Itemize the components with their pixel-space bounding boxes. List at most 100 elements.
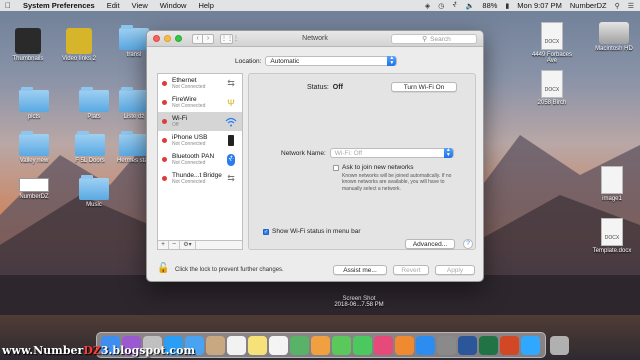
- desktop-icon-image1[interactable]: image1: [588, 166, 636, 202]
- apple-icon[interactable]: : [5, 1, 15, 10]
- menu-item-edit[interactable]: Edit: [107, 1, 120, 10]
- menu-item-window[interactable]: Window: [160, 1, 187, 10]
- facetime-icon[interactable]: [353, 335, 372, 355]
- notification-center-icon[interactable]: ☰: [628, 2, 634, 10]
- service-item-wifi[interactable]: Wi-Fi Off: [158, 112, 242, 131]
- apply-button[interactable]: Apply: [435, 265, 475, 275]
- show-wifi-row: ✓ Show Wi-Fi status in menu bar: [263, 228, 361, 235]
- desktop-icon-label: Music: [86, 202, 102, 208]
- photos-icon[interactable]: [311, 335, 330, 355]
- lock-icon[interactable]: 🔓: [157, 263, 169, 274]
- word-icon[interactable]: [458, 335, 477, 355]
- menu-bar:  System Preferences Edit View Window He…: [0, 0, 640, 11]
- service-name: Thunde...t Bridge: [172, 172, 222, 179]
- minimize-button[interactable]: [164, 35, 171, 42]
- thunderbolt-icon: ⇆: [227, 173, 235, 183]
- desktop-icon-numberdz[interactable]: NumberDZ: [10, 178, 58, 200]
- network-window: ‹ › ⋮⋮⋮ Network ⚲ Search Location: Autom…: [146, 30, 484, 282]
- service-item-bluetooth-pan[interactable]: Bluetooth PAN Not Connected ᙻ: [158, 150, 242, 169]
- notes-icon[interactable]: [248, 335, 267, 355]
- advanced-button[interactable]: Advanced...: [405, 239, 455, 249]
- desktop-icon-screenshot[interactable]: Screen Shot 2018-06...7.58 PM: [324, 296, 394, 308]
- excel-icon[interactable]: [479, 335, 498, 355]
- menu-item-view[interactable]: View: [132, 1, 148, 10]
- photoshop-icon[interactable]: [521, 335, 540, 355]
- service-status: Not Connected: [172, 103, 206, 109]
- ask-to-join-checkbox[interactable]: [333, 164, 339, 171]
- wifi-icon: [224, 115, 238, 129]
- search-placeholder: Search: [430, 35, 451, 43]
- zoom-button[interactable]: [175, 35, 182, 42]
- desktop-icon-macintosh-hd[interactable]: Macintosh HD: [590, 22, 638, 52]
- battery-percent[interactable]: 88%: [482, 1, 497, 10]
- ask-to-join-row: Ask to join new networks: [333, 164, 463, 171]
- spotlight-icon[interactable]: ⚲: [615, 2, 620, 10]
- back-button[interactable]: ‹: [192, 33, 203, 44]
- revert-button[interactable]: Revert: [393, 265, 429, 275]
- desktop-icon-label: F 5L Doors: [75, 158, 105, 164]
- contacts-icon[interactable]: [206, 335, 225, 355]
- detail-panel: Status: Off Turn Wi-Fi On Network Name: …: [248, 73, 476, 250]
- battery-icon[interactable]: ▮: [505, 2, 509, 10]
- desktop-icon-f5l-doors[interactable]: F 5L Doors: [66, 131, 114, 164]
- reminders-icon[interactable]: [269, 335, 288, 355]
- numberdz-logo-icon: [19, 178, 49, 192]
- location-select[interactable]: Automatic ▲ ▼: [265, 56, 398, 66]
- desktop-icon-label: picts: [27, 114, 41, 120]
- calendar-icon[interactable]: [227, 335, 246, 355]
- system-preferences-icon[interactable]: [437, 335, 456, 355]
- desktop-icon-template[interactable]: DOCX Template.docx: [588, 218, 636, 254]
- volume-icon[interactable]: 🔈: [466, 2, 475, 10]
- menu-clock[interactable]: Mon 9:07 PM: [517, 1, 562, 10]
- service-item-firewire[interactable]: FireWire Not Connected Ψ: [158, 93, 242, 112]
- time-machine-icon[interactable]: ◷: [438, 2, 444, 10]
- network-name-label: Network Name:: [281, 149, 326, 157]
- remove-service-button[interactable]: −: [169, 241, 180, 249]
- desktop-icon-picts[interactable]: picts: [10, 87, 58, 120]
- itunes-icon[interactable]: [374, 335, 393, 355]
- desktop-icon-4449[interactable]: DOCX 4449 Forbaces Ave: [528, 22, 576, 64]
- search-field[interactable]: ⚲ Search: [391, 34, 477, 44]
- ibooks-icon[interactable]: [395, 335, 414, 355]
- powerpoint-icon[interactable]: [500, 335, 519, 355]
- service-item-iphone-usb[interactable]: iPhone USB Not Connected: [158, 131, 242, 150]
- forward-button[interactable]: ›: [203, 33, 214, 44]
- help-button[interactable]: ?: [463, 239, 473, 249]
- add-service-button[interactable]: +: [158, 241, 169, 249]
- maps-icon[interactable]: [290, 335, 309, 355]
- desktop-icon-video-links[interactable]: Video links 2: [55, 28, 103, 62]
- close-button[interactable]: [153, 35, 160, 42]
- trash-icon[interactable]: [550, 335, 569, 355]
- window-controls: [153, 35, 182, 42]
- gear-menu-button[interactable]: ⚙▾: [180, 241, 196, 249]
- turn-wifi-on-button[interactable]: Turn Wi-Fi On: [391, 82, 457, 92]
- desktop-icon-thumbnails[interactable]: Thumbnails: [4, 28, 52, 62]
- desktop-icon-label: Valley new: [19, 158, 49, 164]
- bluetooth-status-icon[interactable]: ᙻ: [452, 2, 457, 10]
- status-dot-icon: [162, 157, 167, 162]
- show-wifi-checkbox[interactable]: ✓: [263, 228, 269, 235]
- folder-icon: [79, 175, 109, 200]
- service-item-thunderbolt-bridge[interactable]: Thunde...t Bridge Not Connected ⇆: [158, 169, 242, 188]
- assist-me-button[interactable]: Assist me...: [333, 265, 387, 275]
- desktop-icon-valley-new[interactable]: Valley new: [10, 131, 58, 164]
- show-all-button[interactable]: ⋮⋮⋮: [220, 33, 239, 44]
- network-name-select[interactable]: Wi-Fi: Off ▲ ▼: [329, 148, 454, 158]
- service-item-ethernet[interactable]: Ethernet Not Connected ⇆: [158, 74, 242, 93]
- menu-user[interactable]: NumberDZ: [570, 1, 607, 10]
- menu-item-help[interactable]: Help: [198, 1, 213, 10]
- desktop-icon-label: NumberDZ: [19, 194, 49, 200]
- desktop-icon-2058-birch[interactable]: DOCX 2058 Birch: [528, 70, 576, 106]
- title-bar[interactable]: ‹ › ⋮⋮⋮ Network ⚲ Search: [147, 31, 483, 47]
- desktop-icon-music[interactable]: Music: [70, 175, 118, 208]
- folder-icon: [119, 87, 149, 112]
- dropbox-icon[interactable]: ◈: [425, 2, 430, 10]
- menu-app-name[interactable]: System Preferences: [23, 1, 95, 10]
- folder-icon: [119, 131, 149, 156]
- app-store-icon[interactable]: [416, 335, 435, 355]
- messages-icon[interactable]: [332, 335, 351, 355]
- status-row: Status: Off: [307, 84, 343, 91]
- folder-icon: [119, 25, 149, 50]
- folder-icon: [19, 131, 49, 156]
- status-label: Status:: [307, 84, 329, 91]
